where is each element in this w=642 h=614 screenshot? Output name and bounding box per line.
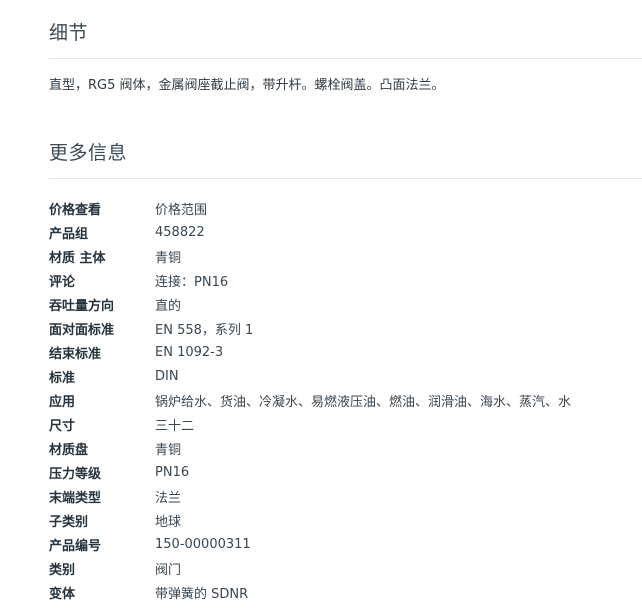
spec-row: 材质 主体 青铜 [49,244,642,268]
details-divider [49,58,642,59]
spec-row: 面对面标准 EN 558，系列 1 [49,316,642,340]
spec-label: 面对面标准 [49,322,115,338]
details-description: 直型，RG5 阀体，金属阀座截止阀，带升杆。螺栓阀盖。凸面法兰。 [49,78,445,93]
spec-value: 直的 [155,298,182,314]
spec-row: 子类别 地球 [49,508,642,532]
spec-label: 子类别 [49,514,89,530]
spec-value: 价格范围 [155,202,208,218]
spec-row: 应用 锅炉给水、货油、冷凝水、易燃液压油、燃油、润滑油、海水、蒸汽、水 [49,388,642,412]
spec-table: 价格查看 价格范围 产品组 458822 材质 主体 青铜 评论 连接：PN16 吞吐量… [49,196,642,604]
spec-row: 材质盘 青铜 [49,436,642,460]
spec-label: 末端类型 [49,490,102,506]
spec-label: 评论 [49,274,76,290]
spec-label: 变体 [49,586,76,602]
spec-value: 青铜 [155,250,182,266]
spec-label: 材质 主体 [49,250,106,266]
spec-label: 尺寸 [49,418,76,434]
product-info-page: 细节 直型，RG5 阀体，金属阀座截止阀，带升杆。螺栓阀盖。凸面法兰。 更多信息… [0,0,642,614]
spec-row: 评论 连接：PN16 [49,268,642,292]
spec-row: 标准 DIN [49,364,642,388]
spec-label: 材质盘 [49,442,89,458]
spec-value: EN 1092-3 [155,344,224,360]
spec-label: 价格查看 [49,202,102,218]
spec-label: 产品编号 [49,538,102,554]
spec-label: 应用 [49,394,76,410]
spec-value: 三十二 [155,418,195,434]
more-info-heading: 更多信息 [49,142,128,164]
spec-value: 带弹簧的 SDNR [155,586,249,602]
spec-label: 产品组 [49,226,89,242]
spec-row: 产品编号 150-00000311 [49,532,642,556]
spec-row: 压力等级 PN16 [49,460,642,484]
spec-row: 类别 阀门 [49,556,642,580]
spec-row: 产品组 458822 [49,220,642,244]
spec-value: PN16 [155,464,190,480]
spec-value: 法兰 [155,490,182,506]
spec-value: 458822 [155,224,205,240]
spec-label: 吞吐量方向 [49,298,115,314]
spec-value: 阀门 [155,562,182,578]
spec-label: 类别 [49,562,76,578]
spec-label: 压力等级 [49,466,102,482]
spec-value: DIN [155,368,179,384]
spec-row: 变体 带弹簧的 SDNR [49,580,642,604]
spec-value: 150-00000311 [155,536,251,552]
spec-row: 吞吐量方向 直的 [49,292,642,316]
details-heading: 细节 [49,22,89,44]
spec-value: 连接：PN16 [155,274,229,290]
spec-label: 结束标准 [49,346,102,362]
more-info-divider [49,178,642,179]
spec-row: 价格查看 价格范围 [49,196,642,220]
spec-row: 尺寸 三十二 [49,412,642,436]
spec-value: EN 558，系列 1 [155,322,254,338]
spec-value: 青铜 [155,442,182,458]
spec-row: 末端类型 法兰 [49,484,642,508]
spec-value: 地球 [155,514,182,530]
spec-label: 标准 [49,370,76,386]
spec-value: 锅炉给水、货油、冷凝水、易燃液压油、燃油、润滑油、海水、蒸汽、水 [155,394,572,410]
spec-row: 结束标准 EN 1092-3 [49,340,642,364]
